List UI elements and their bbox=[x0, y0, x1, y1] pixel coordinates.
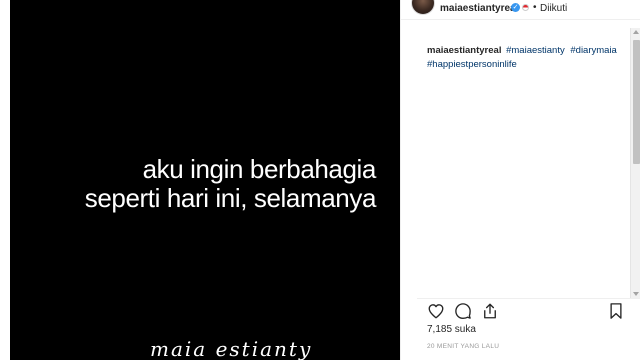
hashtag-link[interactable]: #maiaestianty bbox=[506, 45, 565, 56]
scroll-down-arrow-icon[interactable] bbox=[633, 292, 639, 296]
scrollbar-thumb[interactable] bbox=[633, 40, 640, 164]
share-icon[interactable] bbox=[481, 302, 499, 320]
quote-line-2: seperti hari ini, selamanya bbox=[84, 183, 377, 213]
hashtag-link[interactable]: #happiestpersoninlife bbox=[427, 59, 517, 70]
post-side-panel: maiaestiantyreal ✓ • Diikuti maiaestiant… bbox=[400, 0, 640, 360]
post-timestamp[interactable]: 20 MENIT YANG LALU bbox=[427, 343, 499, 350]
bookmark-icon[interactable] bbox=[607, 302, 625, 320]
comments-scrollbar[interactable] bbox=[630, 28, 640, 298]
header-username[interactable]: maiaestiantyreal bbox=[440, 3, 518, 14]
post-image[interactable]: aku ingin berbahagia seperti hari ini, s… bbox=[10, 0, 400, 360]
actions-divider bbox=[417, 298, 640, 299]
follow-status-button[interactable]: Diikuti bbox=[540, 3, 567, 14]
caption-username[interactable]: maiaestiantyreal bbox=[427, 45, 501, 56]
hashtag-link[interactable]: #diarymaia bbox=[570, 45, 616, 56]
post-header: maiaestiantyreal ✓ • Diikuti bbox=[401, 0, 640, 20]
post-caption: maiaestiantyreal #maiaestianty #diarymai… bbox=[427, 44, 632, 72]
signature-watermark: maia estianty bbox=[150, 337, 313, 360]
avatar[interactable] bbox=[411, 0, 435, 15]
scroll-up-arrow-icon[interactable] bbox=[633, 30, 639, 34]
verified-check-icon: ✓ bbox=[511, 3, 520, 12]
separator-dot: • bbox=[533, 2, 537, 13]
heart-icon[interactable] bbox=[427, 302, 445, 320]
comment-icon[interactable] bbox=[454, 302, 472, 320]
post-quote-text: aku ingin berbahagia seperti hari ini, s… bbox=[10, 154, 377, 213]
like-count[interactable]: 7,185 suka bbox=[427, 324, 476, 335]
left-margin bbox=[0, 0, 10, 360]
quote-line-1: aku ingin berbahagia bbox=[142, 154, 377, 184]
indonesia-flag-icon bbox=[522, 4, 529, 11]
